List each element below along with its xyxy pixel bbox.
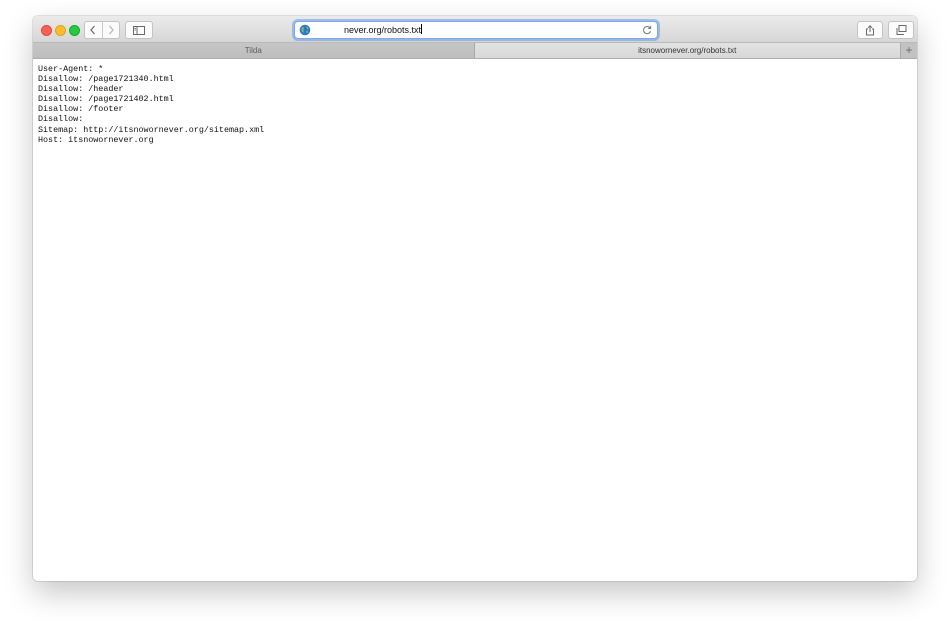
forward-button[interactable] [101, 22, 120, 38]
share-icon [866, 24, 874, 35]
page-content: User-Agent: * Disallow: /page1721340.htm… [33, 59, 917, 581]
text-line: User-Agent: * [38, 64, 104, 74]
text-line: Disallow: /header [38, 84, 124, 95]
back-button[interactable] [85, 22, 102, 38]
tab-label: itsnowornever.org/robots.txt [638, 46, 737, 55]
tabs-overview-icon [896, 25, 906, 35]
toolbar: never.org/robots.txt [33, 16, 917, 43]
tab-robots[interactable]: itsnowornever.org/robots.txt [473, 43, 901, 58]
maximize-icon[interactable] [69, 25, 80, 36]
text-line: Disallow: /page1721402.html [38, 94, 174, 105]
sidebar-button[interactable] [125, 21, 153, 39]
tabs-overview-button[interactable] [888, 21, 914, 39]
tab-tilda[interactable]: Tilda [33, 43, 474, 58]
browser-window: never.org/robots.txt Tilda itsnowornever… [33, 16, 917, 581]
url-text: never.org/robots.txt [344, 25, 422, 35]
robots-txt-body: User-Agent: * Disallow: /page1721340.htm… [38, 64, 264, 145]
sidebar-icon [133, 25, 145, 35]
reload-icon[interactable] [641, 24, 653, 36]
navigation-buttons [84, 21, 120, 39]
back-icon [90, 25, 96, 35]
text-line: Host: itsnowornever.org [38, 134, 154, 145]
text-line: Sitemap: http://itsnowornever.org/sitema… [38, 124, 265, 135]
address-bar[interactable]: never.org/robots.txt [294, 21, 658, 39]
url-field[interactable]: never.org/robots.txt [344, 24, 423, 36]
close-icon[interactable] [41, 25, 52, 36]
text-line: Disallow: /page1721340.html [38, 74, 174, 85]
new-tab-button[interactable]: + [900, 43, 917, 58]
text-cursor [421, 24, 423, 34]
share-button[interactable] [857, 21, 883, 39]
forward-icon [108, 25, 114, 35]
text-line: Disallow: /footer [38, 104, 124, 115]
minimize-icon[interactable] [55, 25, 66, 36]
text-line: Disallow: [38, 114, 84, 125]
globe-icon [299, 24, 311, 36]
tab-label: Tilda [244, 46, 262, 55]
tab-bar: Tilda itsnowornever.org/robots.txt + [33, 43, 917, 59]
